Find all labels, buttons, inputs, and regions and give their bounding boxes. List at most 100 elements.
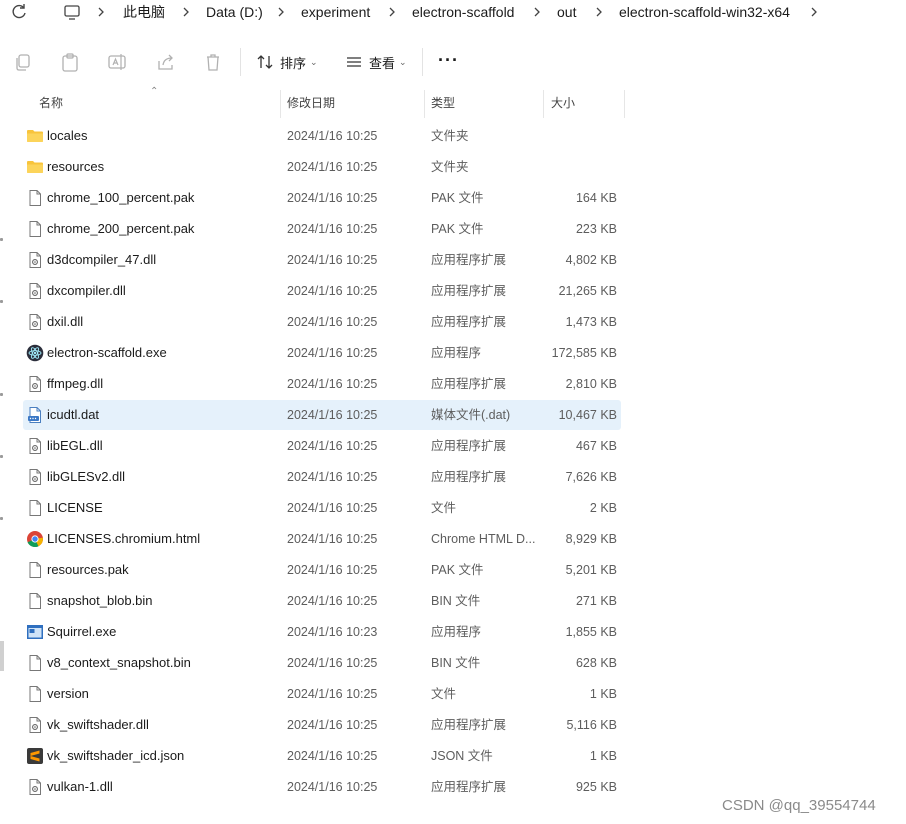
file-row[interactable]: v8_context_snapshot.bin 2024/1/16 10:25 BI…: [23, 648, 621, 678]
chevron-right-icon[interactable]: [593, 3, 605, 21]
dll-icon: [26, 437, 44, 455]
file-row[interactable]: snapshot_blob.bin 2024/1/16 10:25 BIN 文件 27…: [23, 586, 621, 616]
file-type: 应用程序扩展: [431, 253, 507, 267]
chevron-right-icon[interactable]: [531, 3, 543, 21]
file-row[interactable]: libEGL.dll 2024/1/16 10:25 应用程序扩展 467 KB: [23, 431, 621, 461]
column-size-header[interactable]: 大小: [551, 90, 575, 118]
chevron-right-icon[interactable]: [808, 3, 820, 21]
breadcrumb-item[interactable]: 此电脑: [123, 3, 165, 21]
view-button[interactable]: 查看 ⌄: [345, 50, 407, 74]
file-name: ffmpeg.dll: [47, 376, 104, 391]
file-row[interactable]: version 2024/1/16 10:25 文件 1 KB: [23, 679, 621, 709]
file-type: 应用程序扩展: [431, 315, 507, 329]
file-row[interactable]: chrome_200_percent.pak 2024/1/16 10:25 PAK…: [23, 214, 621, 244]
file-modified-date: 2024/1/16 10:25: [287, 129, 378, 143]
nav-pane-edge: [0, 238, 3, 241]
file-row[interactable]: LICENSE 2024/1/16 10:25 文件 2 KB: [23, 493, 621, 523]
file-size: 1,855 KB: [565, 625, 617, 639]
file-name: version: [47, 686, 89, 701]
chevron-right-icon[interactable]: [275, 3, 287, 21]
breadcrumb-item[interactable]: out: [557, 3, 576, 21]
nav-pane-edge: [0, 455, 3, 458]
breadcrumb-item[interactable]: electron-scaffold: [412, 3, 514, 21]
sort-icon: [257, 55, 273, 69]
rename-icon[interactable]: [106, 51, 128, 73]
chevron-right-icon[interactable]: [180, 3, 192, 21]
file-name: vk_swiftshader_icd.json: [47, 748, 185, 763]
file-type: 应用程序扩展: [431, 377, 507, 391]
breadcrumb-item[interactable]: experiment: [301, 3, 370, 21]
breadcrumb-item[interactable]: electron-scaffold-win32-x64: [619, 3, 790, 21]
file-row[interactable]: resources 2024/1/16 10:25 文件夹: [23, 152, 621, 182]
column-date-header[interactable]: 修改日期: [287, 90, 335, 118]
watermark: CSDN @qq_39554744: [722, 797, 876, 814]
sort-button[interactable]: 排序 ⌄: [256, 50, 318, 74]
file-modified-date: 2024/1/16 10:25: [287, 439, 378, 453]
file-type: 应用程序: [431, 625, 482, 639]
file-size: 628 KB: [575, 656, 617, 670]
sort-ascending-icon: ⌃: [150, 86, 159, 97]
file-type: PAK 文件: [431, 563, 484, 577]
nav-pane-scroll-indicator[interactable]: [0, 641, 4, 671]
column-resize-handle[interactable]: [624, 90, 625, 118]
chevron-down-icon: ⌄: [310, 56, 318, 67]
file-modified-date: 2024/1/16 10:25: [287, 780, 378, 794]
file-name: dxcompiler.dll: [47, 283, 126, 298]
file-row[interactable]: dxcompiler.dll 2024/1/16 10:25 应用程序扩展 21,26…: [23, 276, 621, 306]
file-size: 4,802 KB: [565, 253, 617, 267]
file-type: PAK 文件: [431, 191, 484, 205]
file-row[interactable]: vulkan-1.dll 2024/1/16 10:25 应用程序扩展 925 KB: [23, 772, 621, 802]
dll-icon: [26, 778, 44, 796]
dll-icon: [26, 716, 44, 734]
file-name: vulkan-1.dll: [47, 779, 113, 794]
nav-pane-edge: [0, 517, 3, 520]
refresh-icon[interactable]: [10, 3, 28, 21]
file-type: BIN 文件: [431, 594, 481, 608]
column-resize-handle[interactable]: [280, 90, 281, 118]
file-modified-date: 2024/1/16 10:25: [287, 532, 378, 546]
column-resize-handle[interactable]: [424, 90, 425, 118]
file-row[interactable]: vk_swiftshader_icd.json 2024/1/16 10:25 JS…: [23, 741, 621, 771]
file-row[interactable]: dxil.dll 2024/1/16 10:25 应用程序扩展 1,473 KB: [23, 307, 621, 337]
delete-icon[interactable]: [202, 51, 224, 73]
toolbar-divider: [422, 48, 423, 76]
file-row[interactable]: resources.pak 2024/1/16 10:25 PAK 文件 5,201 …: [23, 555, 621, 585]
chevron-right-icon[interactable]: [386, 3, 398, 21]
file-type: BIN 文件: [431, 656, 481, 670]
command-bar: 排序 ⌄ 查看 ⌄ ···: [0, 38, 906, 86]
column-name-header[interactable]: 名称: [39, 90, 63, 118]
breadcrumb-item[interactable]: Data (D:): [206, 3, 263, 21]
copy-icon[interactable]: [12, 51, 34, 73]
chevron-right-icon[interactable]: [95, 3, 107, 21]
share-icon[interactable]: [155, 51, 177, 73]
file-icon: [26, 220, 44, 238]
file-row[interactable]: d3dcompiler_47.dll 2024/1/16 10:25 应用程序扩展 4…: [23, 245, 621, 275]
file-row[interactable]: icudtl.dat 2024/1/16 10:25 媒体文件(.dat) 10,46…: [23, 400, 621, 430]
file-size: 8,929 KB: [565, 532, 617, 546]
column-resize-handle[interactable]: [543, 90, 544, 118]
column-header: ⌃ 名称 修改日期 类型 大小: [0, 86, 906, 118]
file-modified-date: 2024/1/16 10:25: [287, 191, 378, 205]
file-row[interactable]: LICENSES.chromium.html 2024/1/16 10:25 Chr…: [23, 524, 621, 554]
paste-icon[interactable]: [59, 51, 81, 73]
file-row[interactable]: vk_swiftshader.dll 2024/1/16 10:25 应用程序扩展 5…: [23, 710, 621, 740]
file-row[interactable]: electron-scaffold.exe 2024/1/16 10:25 应用程序…: [23, 338, 621, 368]
computer-icon[interactable]: [63, 3, 81, 21]
file-type: 应用程序扩展: [431, 718, 507, 732]
file-name: icudtl.dat: [47, 407, 100, 422]
address-bar[interactable]: 此电脑 Data (D:) experiment electron-scaffo…: [0, 0, 906, 24]
file-icon: [26, 685, 44, 703]
file-row[interactable]: chrome_100_percent.pak 2024/1/16 10:25 PAK…: [23, 183, 621, 213]
view-icon: [347, 57, 361, 67]
file-name: snapshot_blob.bin: [47, 593, 153, 608]
file-type: Chrome HTML D...: [431, 532, 536, 546]
column-type-header[interactable]: 类型: [431, 90, 455, 118]
file-name: chrome_100_percent.pak: [47, 190, 195, 205]
more-options-button[interactable]: ···: [438, 50, 459, 71]
file-row[interactable]: Squirrel.exe 2024/1/16 10:23 应用程序 1,855 KB: [23, 617, 621, 647]
file-type: 应用程序扩展: [431, 470, 507, 484]
file-row[interactable]: locales 2024/1/16 10:25 文件夹: [23, 121, 621, 151]
file-type: 应用程序扩展: [431, 284, 507, 298]
file-row[interactable]: libGLESv2.dll 2024/1/16 10:25 应用程序扩展 7,626 …: [23, 462, 621, 492]
file-row[interactable]: ffmpeg.dll 2024/1/16 10:25 应用程序扩展 2,810 KB: [23, 369, 621, 399]
